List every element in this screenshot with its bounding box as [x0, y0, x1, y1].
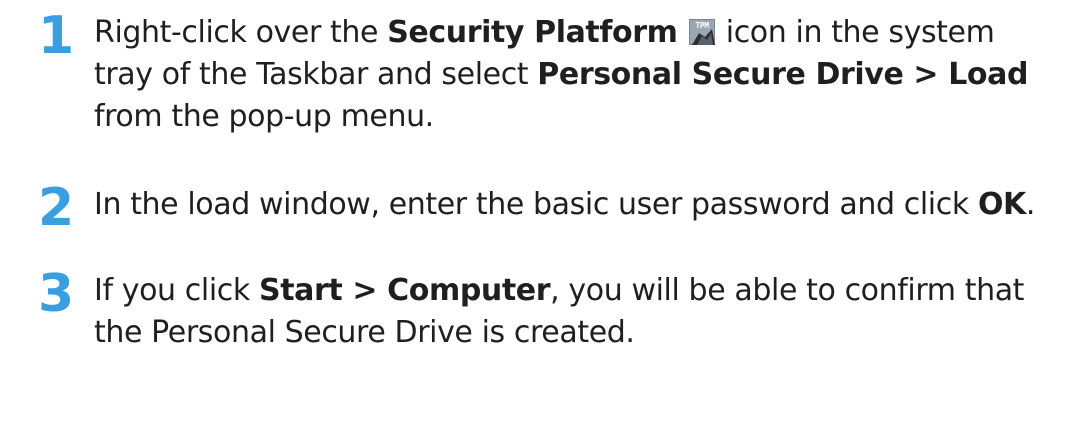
step-text: If you click Start > Computer, you will … [94, 270, 1058, 354]
personal-secure-drive-load-label: Personal Secure Drive > Load [537, 57, 1029, 92]
step-text-part: Right-click over the [94, 15, 388, 50]
instruction-steps: 1 Right-click over the Security Platform… [38, 10, 1058, 354]
security-platform-label: Security Platform [387, 15, 678, 50]
step-1: 1 Right-click over the Security Platform… [38, 6, 1058, 138]
step-number: 2 [38, 178, 75, 238]
step-text-part: If you click [94, 273, 259, 308]
step-2: 2 In the load window, enter the basic us… [38, 182, 1058, 234]
ok-label: OK [977, 187, 1026, 222]
step-3: 3 If you click Start > Computer, you wil… [38, 264, 1058, 354]
step-number: 3 [38, 264, 75, 324]
step-text: Right-click over the Security Platform T… [94, 12, 1058, 138]
start-computer-label: Start > Computer [258, 273, 551, 308]
step-text: In the load window, enter the basic user… [94, 184, 1058, 226]
step-number: 1 [38, 6, 75, 66]
step-text-part: from the pop-up menu. [94, 99, 434, 134]
tpm-icon-text: TPM [695, 21, 709, 30]
security-platform-tpm-icon: TPM [688, 15, 715, 45]
step-text-part: In the load window, enter the basic user… [94, 187, 978, 222]
step-text-part: . [1025, 187, 1036, 222]
